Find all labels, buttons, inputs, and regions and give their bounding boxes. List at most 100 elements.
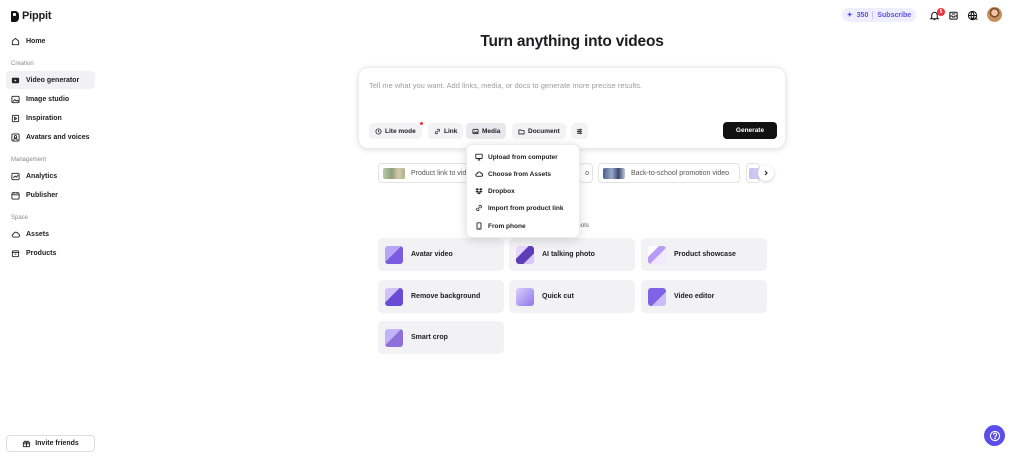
section-label-space: Space bbox=[11, 215, 29, 221]
generate-button[interactable]: Generate bbox=[723, 122, 777, 139]
document-chip[interactable]: Document bbox=[512, 123, 566, 139]
notification-badge: 5 bbox=[937, 8, 945, 16]
calendar-icon bbox=[11, 191, 20, 200]
remove-background-thumbnail bbox=[385, 287, 403, 306]
tool-avatar-video[interactable]: Avatar video bbox=[378, 238, 504, 271]
sidebar-item-label: Video generator bbox=[26, 76, 80, 84]
menu-item-label: From phone bbox=[488, 222, 526, 230]
sidebar-item-label: Products bbox=[26, 249, 57, 257]
sidebar-item-assets[interactable]: Assets bbox=[6, 225, 95, 243]
invite-friends-button[interactable]: Invite friends bbox=[6, 435, 95, 452]
prompt-input[interactable] bbox=[369, 81, 769, 90]
link-chip[interactable]: Link bbox=[428, 123, 464, 139]
gift-icon bbox=[22, 439, 31, 448]
tool-ai-talking-photo[interactable]: AI talking photo bbox=[509, 238, 635, 271]
sidebar-item-analytics[interactable]: Analytics bbox=[6, 167, 95, 185]
tool-product-showcase[interactable]: Product showcase bbox=[641, 238, 767, 271]
chevron-right-icon bbox=[764, 170, 768, 176]
quick-cut-thumbnail bbox=[516, 287, 534, 306]
dropbox-icon bbox=[475, 188, 483, 195]
menu-item-from-phone[interactable]: From phone bbox=[475, 219, 575, 233]
tool-label: Avatar video bbox=[411, 251, 453, 258]
tool-label: Quick cut bbox=[542, 293, 574, 300]
video-editor-thumbnail bbox=[648, 287, 666, 306]
lite-mode-label: Lite mode bbox=[385, 127, 416, 135]
tool-label: Product showcase bbox=[674, 251, 736, 258]
lite-mode-chip[interactable]: Lite mode bbox=[369, 123, 422, 139]
tool-label: AI talking photo bbox=[542, 251, 595, 258]
media-chip[interactable]: Media bbox=[466, 123, 507, 139]
sidebar-item-label: Publisher bbox=[26, 191, 58, 199]
media-icon bbox=[472, 128, 479, 134]
subscribe-link[interactable]: Subscribe bbox=[877, 12, 911, 19]
smart-crop-thumbnail bbox=[385, 328, 403, 347]
sidebar-item-label: Image studio bbox=[26, 95, 70, 103]
link-icon bbox=[435, 128, 440, 134]
brand-logo[interactable]: Pippit bbox=[11, 10, 52, 22]
menu-item-label: Import from product link bbox=[488, 204, 564, 212]
document-label: Document bbox=[528, 127, 560, 135]
suggestion-product-link-to-video[interactable]: Product link to video bbox=[378, 163, 476, 183]
avatar-video-thumbnail bbox=[385, 245, 403, 264]
tool-remove-background[interactable]: Remove background bbox=[378, 280, 504, 313]
suggestion-back-to-school[interactable]: Back-to-school promotion video bbox=[598, 163, 740, 183]
credits-subscribe-pill[interactable]: ✦ 350 Subscribe bbox=[842, 8, 916, 22]
ai-talking-photo-thumbnail bbox=[516, 245, 534, 264]
inbox-icon[interactable] bbox=[947, 9, 959, 21]
menu-item-label: Dropbox bbox=[488, 187, 515, 195]
cloud-icon bbox=[11, 230, 20, 239]
monitor-icon bbox=[475, 153, 483, 161]
sidebar-item-publisher[interactable]: Publisher bbox=[6, 186, 95, 204]
sidebar-item-image-studio[interactable]: Image studio bbox=[6, 90, 95, 108]
invite-friends-label: Invite friends bbox=[35, 440, 79, 447]
avatar-icon bbox=[11, 132, 20, 142]
credits-count: 350 bbox=[856, 11, 869, 19]
media-label: Media bbox=[482, 127, 501, 135]
menu-item-dropbox[interactable]: Dropbox bbox=[475, 184, 575, 198]
sidebar-item-label: Analytics bbox=[26, 172, 58, 180]
language-code: EN bbox=[972, 16, 978, 21]
sidebar-item-products[interactable]: Products bbox=[6, 244, 95, 262]
video-generator-icon bbox=[11, 76, 20, 85]
brand-name: Pippit bbox=[22, 10, 52, 22]
help-button[interactable] bbox=[984, 425, 1005, 446]
sparkle-icon: ✦ bbox=[846, 12, 853, 19]
divider bbox=[872, 11, 874, 19]
link-label: Link bbox=[444, 127, 458, 135]
sliders-icon bbox=[576, 128, 583, 134]
tool-video-editor[interactable]: Video editor bbox=[641, 280, 767, 313]
inspiration-icon bbox=[11, 114, 20, 123]
tool-label: Smart crop bbox=[411, 334, 448, 341]
menu-item-import-from-product-link[interactable]: Import from product link bbox=[475, 201, 575, 215]
section-label-management: Management bbox=[11, 157, 47, 163]
menu-item-upload-from-computer[interactable]: Upload from computer bbox=[475, 150, 575, 164]
tool-smart-crop[interactable]: Smart crop bbox=[378, 321, 504, 354]
tool-label: Video editor bbox=[674, 293, 715, 300]
sidebar: Pippit Home Creation Video generator Ima… bbox=[0, 0, 102, 464]
sidebar-item-inspiration[interactable]: Inspiration bbox=[6, 109, 95, 127]
lite-mode-icon bbox=[375, 127, 382, 135]
suggestion-thumbnail bbox=[383, 167, 405, 179]
sidebar-item-avatars-and-voices[interactable]: Avatars and voices bbox=[6, 128, 95, 146]
analytics-icon bbox=[11, 172, 20, 181]
menu-item-choose-from-assets[interactable]: Choose from Assets bbox=[475, 167, 575, 181]
sidebar-item-label: Inspiration bbox=[26, 114, 62, 122]
suggestion-label-fragment: o bbox=[585, 169, 589, 177]
tool-label: Remove background bbox=[411, 293, 481, 300]
tool-quick-cut[interactable]: Quick cut bbox=[509, 280, 635, 313]
settings-chip[interactable] bbox=[571, 123, 588, 139]
product-showcase-thumbnail bbox=[648, 245, 666, 264]
suggestion-label: Back-to-school promotion video bbox=[631, 169, 730, 177]
suggestion-partial[interactable]: o bbox=[579, 163, 593, 183]
menu-item-label: Choose from Assets bbox=[488, 170, 551, 178]
sidebar-item-label: Assets bbox=[26, 230, 49, 238]
sidebar-item-video-generator[interactable]: Video generator bbox=[6, 71, 95, 89]
phone-icon bbox=[476, 222, 482, 230]
suggestions-next-button[interactable] bbox=[758, 165, 774, 181]
help-icon bbox=[989, 430, 1000, 441]
menu-item-label: Upload from computer bbox=[488, 153, 558, 161]
sidebar-item-label: Avatars and voices bbox=[26, 133, 90, 141]
prompt-card: Lite mode Link Media Document Generate bbox=[358, 67, 786, 149]
pippit-logo-icon bbox=[11, 10, 19, 22]
user-avatar[interactable] bbox=[987, 7, 1002, 22]
